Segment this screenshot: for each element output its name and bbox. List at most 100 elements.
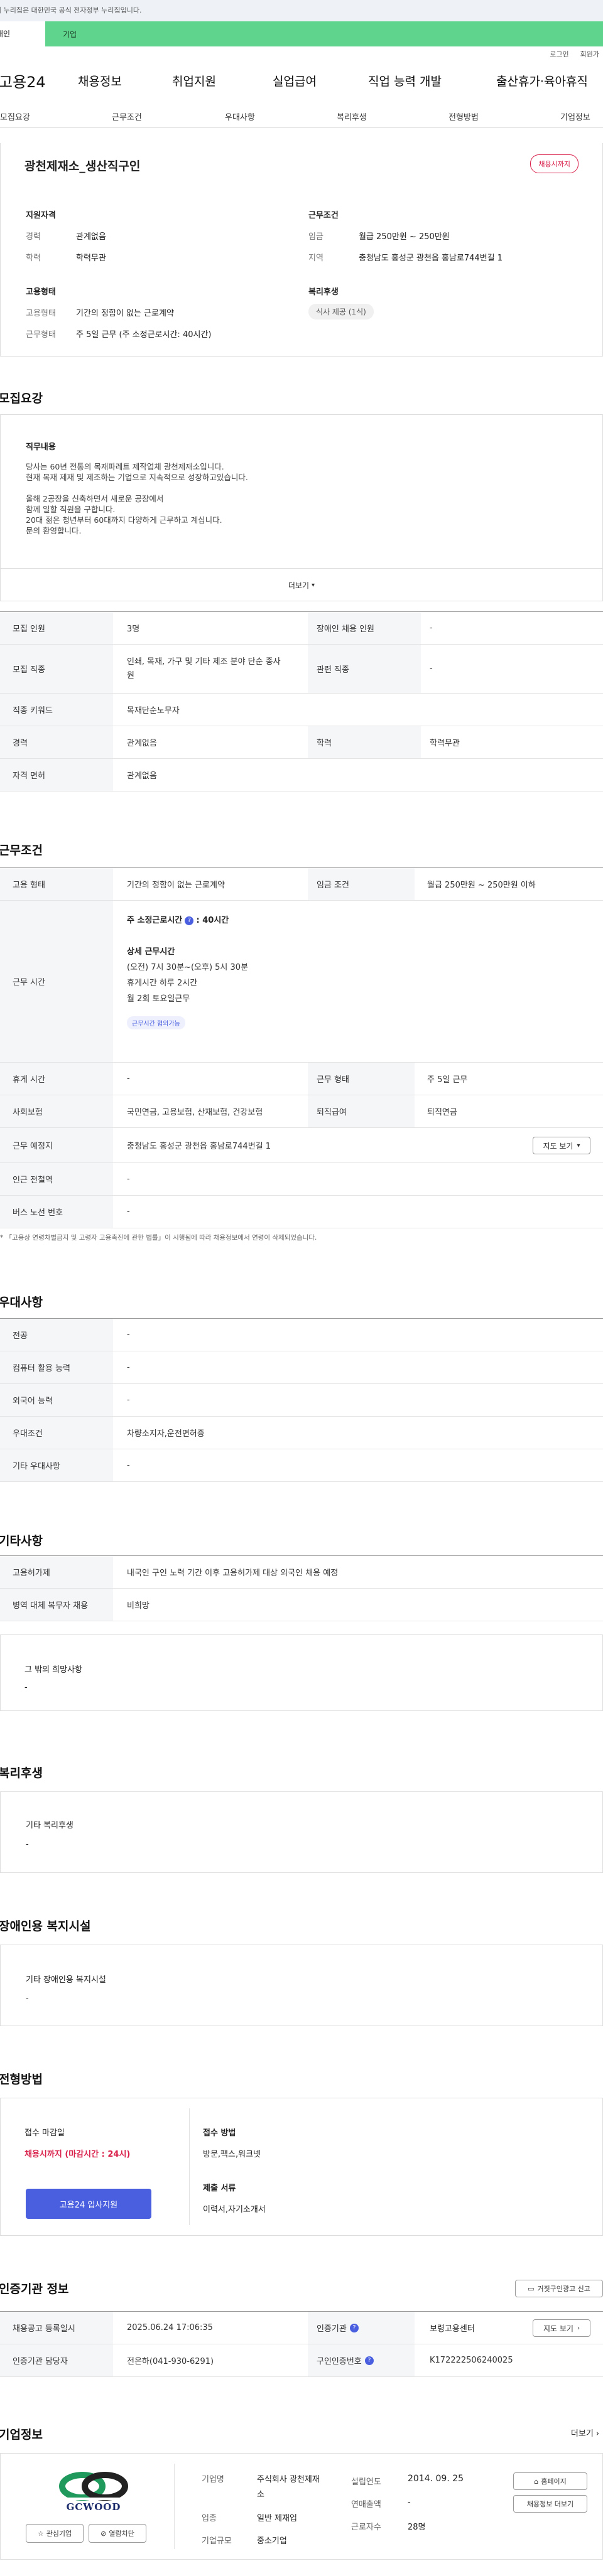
login-link[interactable]: 로그인 bbox=[550, 50, 568, 58]
time-head-label: 주 소정근로시간 bbox=[127, 916, 183, 925]
row-header: 모집 직종 bbox=[0, 645, 113, 693]
chevron-down-icon: ▾ bbox=[312, 582, 315, 589]
join-link[interactable]: 회원가 bbox=[580, 50, 599, 58]
table-row: 기타 우대사항 - bbox=[0, 1449, 603, 1482]
row-value: 비희망 bbox=[127, 1601, 149, 1611]
gnb-training[interactable]: 직업 능력 개발 bbox=[368, 72, 496, 89]
detail-title: 상세 근무시간 bbox=[127, 947, 175, 957]
pref-table: 전공 - 컴퓨터 활용 능력 - 외국어 능력 - 우대조건 차량소지자,운전면허증 기… bbox=[0, 1318, 603, 1482]
row-header: 근무 예정지 bbox=[0, 1128, 113, 1162]
pref-section-title: 우대사항 bbox=[0, 1296, 43, 1309]
row-header: 채용공고 등록일시 bbox=[0, 2312, 113, 2344]
other-wishes-box: 그 밖의 희망사항 - bbox=[0, 1634, 603, 1711]
tab-personal[interactable]: 개인 bbox=[0, 21, 45, 46]
report-button[interactable]: ▭ 거짓구인광고 신고 bbox=[515, 2280, 603, 2297]
duty-line bbox=[26, 483, 248, 493]
time-head-hours: : 40시간 bbox=[196, 916, 229, 925]
block-button[interactable]: ⊘ 열람차단 bbox=[89, 2524, 146, 2543]
employees-label: 근로자수 bbox=[351, 2523, 381, 2532]
subnav-process[interactable]: 전형방법 bbox=[448, 110, 479, 122]
row-header-label: 구인인증번호 bbox=[317, 2357, 362, 2366]
company-more-link[interactable]: 더보기 › bbox=[571, 2427, 599, 2439]
gov-banner-text: 이 누리집은 대한민국 공식 전자정부 누리집입니다. bbox=[0, 6, 142, 14]
size-value: 중소기업 bbox=[257, 2536, 287, 2546]
disab-box-title: 기타 장애인용 복지시설 bbox=[26, 1975, 106, 1985]
row-value: 관계없음 bbox=[127, 771, 157, 781]
gnb-leave[interactable]: 출산휴가·육아휴직 bbox=[496, 72, 588, 89]
table-row: 휴게 시간 - 근무 형태 주 5일 근무 bbox=[0, 1063, 603, 1095]
career-value: 관계없음 bbox=[76, 232, 106, 242]
section-nav: 모집요강 근무조건 우대사항 복리후생 전형방법 기업정보 bbox=[0, 100, 603, 128]
site-logo[interactable]: 고용24 bbox=[0, 70, 73, 92]
table-row: 병역 대체 복무자 채용 비희망 bbox=[0, 1589, 603, 1621]
subnav-work[interactable]: 근무조건 bbox=[112, 110, 142, 122]
user-type-tabs: 개인 기업 bbox=[0, 21, 603, 46]
interest-button[interactable]: ☆ 관심기업 bbox=[26, 2524, 84, 2543]
row-value: - bbox=[127, 1330, 130, 1339]
info-icon[interactable]: ? bbox=[185, 916, 194, 925]
table-row: 전공 - bbox=[0, 1319, 603, 1351]
table-row: 직종 키워드 목재단순노무자 bbox=[0, 694, 603, 726]
homepage-label: 홈페이지 bbox=[541, 2477, 567, 2486]
company-name-label: 기업명 bbox=[202, 2475, 224, 2484]
row-header: 학력 bbox=[308, 726, 421, 758]
map-button[interactable]: 지도 보기 › bbox=[533, 2319, 590, 2337]
work-section-title: 근무조건 bbox=[0, 844, 43, 857]
detail-line: 휴게시간 하루 2시간 bbox=[127, 979, 198, 988]
gnb-jobs[interactable]: 채용정보 bbox=[78, 72, 172, 89]
row-header: 고용허가제 bbox=[0, 1556, 113, 1588]
row-value: 관계없음 bbox=[127, 739, 157, 748]
emptype-value: 기간의 정함이 없는 근로계약 bbox=[76, 309, 174, 318]
duty-line: 문의 환영합니다. bbox=[26, 526, 82, 535]
gnb-benefit[interactable]: 실업급여 bbox=[273, 72, 368, 89]
company-section-title: 기업정보 bbox=[0, 2428, 43, 2442]
info-icon[interactable]: ? bbox=[364, 2356, 374, 2365]
row-header: 버스 노선 번호 bbox=[0, 1196, 113, 1228]
recruit-section-title: 모집요강 bbox=[0, 392, 43, 405]
row-header: 자격 면허 bbox=[0, 759, 113, 791]
notice-marker: * bbox=[0, 1234, 6, 1242]
row-header: 전공 bbox=[0, 1319, 113, 1351]
table-row: 자격 면허 관계없음 bbox=[0, 759, 603, 792]
row-value: 차량소지자,운전면허증 bbox=[127, 1429, 205, 1439]
map-button[interactable]: 지도 보기 ▾ bbox=[533, 1137, 590, 1154]
employees-value: 28명 bbox=[408, 2523, 426, 2532]
info-icon[interactable]: ? bbox=[349, 2323, 359, 2332]
row-header: 관련 직종 bbox=[308, 645, 421, 693]
subnav-recruit[interactable]: 모집요강 bbox=[0, 110, 30, 122]
row-value: 내국인 구인 노력 기간 이후 고용허가제 대상 외국인 채용 예정 bbox=[127, 1569, 339, 1578]
more-button[interactable]: 더보기 ▾ bbox=[1, 568, 602, 602]
company-name-value: 주식회사 광천제재소 bbox=[257, 2475, 320, 2499]
gnb-support[interactable]: 취업지원 bbox=[172, 72, 273, 89]
homepage-button[interactable]: ⌂ 홈페이지 bbox=[513, 2472, 587, 2490]
est-value: 2014. 09. 25 bbox=[408, 2474, 464, 2484]
career-label: 경력 bbox=[26, 232, 41, 242]
table-row: 외국어 능력 - bbox=[0, 1384, 603, 1417]
duty-title: 직무내용 bbox=[26, 443, 56, 452]
table-row: 채용공고 등록일시 2025.06.24 17:06:35 인증기관? 보령고용… bbox=[0, 2312, 603, 2344]
subnav-company[interactable]: 기업정보 bbox=[560, 110, 590, 122]
table-row: 모집 직종 인쇄, 목재, 가구 및 기타 제조 분야 단순 종사원 관련 직종… bbox=[0, 645, 603, 694]
table-row: 고용 형태 기간의 정함이 없는 근로계약 임금 조건 월급 250만원 ~ 2… bbox=[0, 868, 603, 901]
row-value: - bbox=[127, 1174, 130, 1184]
recruit-table: 모집 인원 3명 장애인 채용 인원 - 모집 직종 인쇄, 목재, 가구 및 … bbox=[0, 611, 603, 792]
worktype-label: 근무형태 bbox=[26, 330, 56, 340]
summary-card: 광천제재소_생산직구인 채용시까지 지원자격 경력 관계없음 학력 학력무관 근… bbox=[0, 143, 603, 357]
deadline-value: 채용시까지 (마감시간 : 24시) bbox=[24, 2150, 131, 2159]
tab-company[interactable]: 기업 bbox=[63, 29, 77, 40]
table-row: 우대조건 차량소지자,운전면허증 bbox=[0, 1417, 603, 1449]
company-jobs-button[interactable]: 채용정보 더보기 bbox=[513, 2495, 587, 2513]
emptype-label: 고용형태 bbox=[26, 309, 56, 318]
row-header: 퇴직급여 bbox=[308, 1095, 415, 1127]
row-header: 휴게 시간 bbox=[0, 1063, 113, 1095]
subnav-pref[interactable]: 우대사항 bbox=[225, 110, 255, 122]
pay-value: 월급 250만원 ~ 250만원 bbox=[359, 232, 450, 242]
deadline-badge: 채용시까지 bbox=[530, 154, 579, 173]
row-header: 근무 시간 bbox=[0, 901, 113, 1062]
map-button-label: 지도 보기 bbox=[543, 1141, 573, 1151]
subnav-welfare[interactable]: 복리후생 bbox=[337, 110, 367, 122]
global-nav: 고용24 채용정보 취업지원 실업급여 직업 능력 개발 출산휴가·육아휴직 bbox=[0, 60, 603, 100]
table-row: 인근 전철역 - bbox=[0, 1163, 603, 1196]
table-row: 컴퓨터 활용 능력 - bbox=[0, 1351, 603, 1384]
apply-button[interactable]: 고용24 입사지원 bbox=[26, 2189, 151, 2219]
